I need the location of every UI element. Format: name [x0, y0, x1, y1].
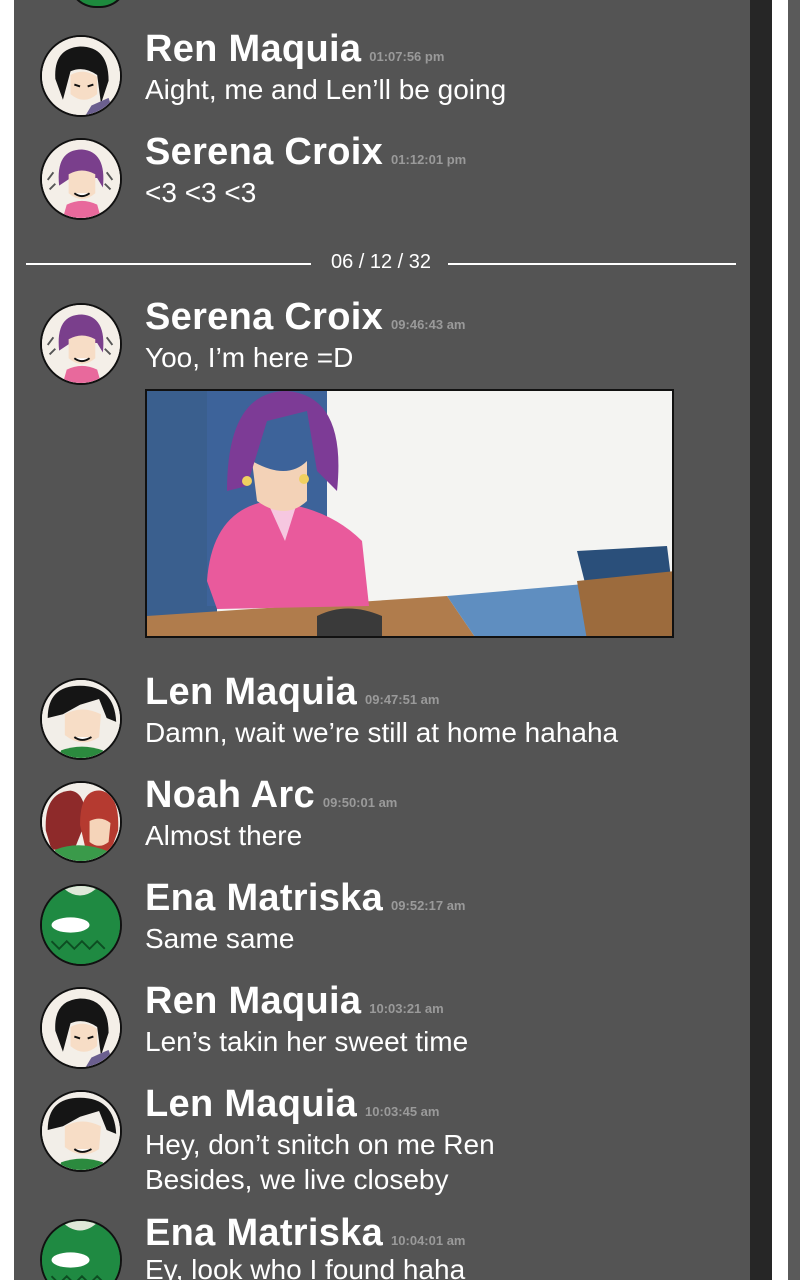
- timestamp: 09:47:51 am: [365, 692, 440, 707]
- timestamp: 09:46:43 am: [391, 317, 466, 332]
- message-header: Ena Matriska 09:52:17 am: [145, 877, 466, 920]
- sender-name: Len Maquia: [145, 671, 358, 713]
- serena-avatar-icon: [42, 305, 120, 383]
- message-text: Hey, don’t snitch on me Ren: [145, 1129, 495, 1160]
- ena-avatar-icon: [42, 1221, 120, 1280]
- serena-avatar-icon: [42, 140, 120, 218]
- timestamp: 10:03:21 am: [369, 1001, 444, 1016]
- ena-avatar-icon: [42, 886, 120, 964]
- message-text: <3 <3 <3: [145, 177, 257, 208]
- date-separator: 06 / 12 / 32: [26, 246, 736, 280]
- photo-image: [147, 391, 672, 636]
- timestamp: 01:07:56 pm: [369, 49, 445, 64]
- message-header: Ren Maquia 01:07:56 pm: [145, 28, 444, 71]
- page-edge: [788, 0, 800, 1280]
- message-header: Serena Croix 01:12:01 pm: [145, 131, 466, 174]
- message-header: Serena Croix 09:46:43 am: [145, 296, 466, 339]
- message-text: Same same: [145, 923, 295, 954]
- avatar[interactable]: [40, 781, 122, 863]
- sender-name: Ren Maquia: [145, 980, 362, 1022]
- message-text: Len’s takin her sweet time: [145, 1026, 469, 1057]
- scrollbar[interactable]: [750, 0, 772, 1280]
- avatar[interactable]: [40, 35, 122, 117]
- sender-name: Len Maquia: [145, 1083, 358, 1125]
- timestamp: 09:52:17 am: [391, 898, 466, 913]
- chat-log[interactable]: Ren Maquia 01:07:56 pm Aight, me and Len’…: [14, 0, 750, 1280]
- ren-avatar-icon: [42, 37, 120, 115]
- timestamp: 10:03:45 am: [365, 1104, 440, 1119]
- divider: [26, 263, 311, 265]
- avatar[interactable]: [40, 884, 122, 966]
- avatar[interactable]: [40, 303, 122, 385]
- chat-page: Ren Maquia 01:07:56 pm Aight, me and Len’…: [0, 0, 800, 1280]
- sender-name: Serena Croix: [145, 131, 384, 173]
- image-attachment[interactable]: [145, 389, 674, 638]
- message-header: Len Maquia 09:47:51 am: [145, 671, 439, 714]
- avatar-partial: [68, 0, 128, 8]
- len-avatar-icon: [42, 1092, 120, 1170]
- avatar[interactable]: [40, 1090, 122, 1172]
- message-header: Ren Maquia 10:03:21 am: [145, 980, 444, 1023]
- sender-name: Ena Matriska: [145, 1212, 384, 1254]
- date-label: 06 / 12 / 32: [330, 251, 432, 273]
- len-avatar-icon: [42, 680, 120, 758]
- message-header: Len Maquia 10:03:45 am: [145, 1083, 439, 1126]
- avatar[interactable]: [40, 138, 122, 220]
- message-header: Ena Matriska 10:04:01 am: [145, 1212, 466, 1255]
- sender-name: Ena Matriska: [145, 877, 384, 919]
- message-text: Yoo, I’m here =D: [145, 342, 354, 373]
- message-text: Besides, we live closeby: [145, 1164, 449, 1195]
- sender-name: Noah Arc: [145, 774, 315, 816]
- avatar[interactable]: [40, 987, 122, 1069]
- ren-avatar-icon: [42, 989, 120, 1067]
- message-text: Damn, wait we’re still at home hahaha: [145, 717, 619, 748]
- sender-name: Ren Maquia: [145, 28, 362, 70]
- message-text: Aight, me and Len’ll be going: [145, 74, 507, 105]
- message-text: Almost there: [145, 820, 303, 851]
- avatar[interactable]: [40, 1219, 122, 1280]
- avatar[interactable]: [40, 678, 122, 760]
- timestamp: 10:04:01 am: [391, 1233, 466, 1248]
- noah-avatar-icon: [42, 783, 120, 861]
- timestamp: 09:50:01 am: [322, 795, 398, 810]
- sender-name: Serena Croix: [145, 296, 384, 338]
- message-text: Ey, look who I found haha: [145, 1254, 466, 1280]
- message-header: Noah Arc 09:50:01 am: [145, 774, 397, 817]
- timestamp: 01:12:01 pm: [391, 152, 467, 167]
- divider: [448, 263, 736, 265]
